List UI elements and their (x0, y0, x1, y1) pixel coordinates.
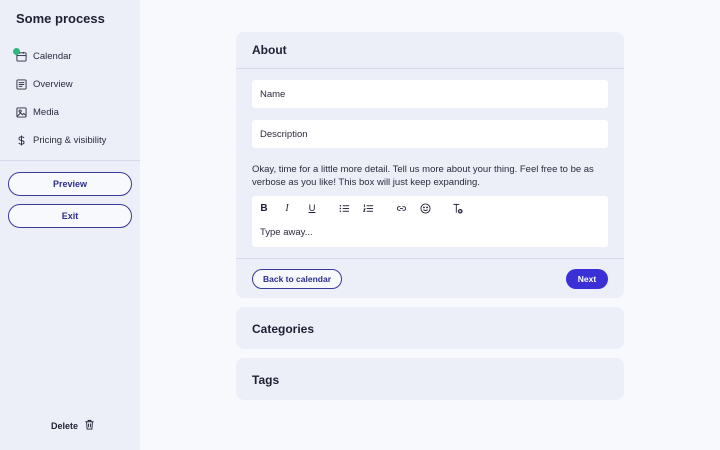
sidebar-item-calendar[interactable]: Calendar (13, 46, 72, 66)
editor-toolbar: B I U (252, 196, 608, 220)
overview-icon (16, 78, 27, 90)
section-divider (236, 258, 624, 259)
sidebar-item-pricing-visibility[interactable]: Pricing & visibility (16, 130, 106, 150)
about-title: About (252, 43, 287, 57)
section-divider (236, 68, 624, 69)
name-field[interactable]: Name (252, 80, 608, 108)
rich-text-editor[interactable]: B I U Type away... (252, 196, 608, 247)
about-section: About Name Description Okay, time for a … (236, 32, 624, 298)
preview-button[interactable]: Preview (8, 172, 132, 196)
media-icon (16, 106, 27, 118)
emoji-icon[interactable] (419, 202, 431, 214)
editor-placeholder: Type away... (260, 227, 313, 238)
underline-icon[interactable]: U (306, 202, 318, 214)
tags-title: Tags (252, 373, 280, 387)
numbered-list-icon[interactable] (362, 202, 374, 214)
sidebar: Some process Calendar Overview Media Pri… (0, 0, 140, 450)
next-button[interactable]: Next (566, 269, 608, 289)
sidebar-item-media[interactable]: Media (16, 102, 59, 122)
categories-title: Categories (252, 322, 315, 336)
dollar-icon (16, 134, 27, 146)
bullet-list-icon[interactable] (338, 202, 350, 214)
sidebar-item-label: Media (33, 106, 59, 118)
process-title: Some process (16, 11, 105, 26)
delete-label: Delete (51, 420, 79, 431)
back-to-calendar-button[interactable]: Back to calendar (252, 269, 342, 289)
categories-section[interactable]: Categories (236, 307, 624, 349)
complete-status-dot (13, 47, 20, 55)
description-field[interactable]: Description (252, 120, 608, 148)
sidebar-item-label: Calendar (33, 50, 72, 62)
sidebar-item-label: Pricing & visibility (33, 134, 107, 146)
help-text: Okay, time for a little more detail. Tel… (252, 164, 594, 188)
sidebar-divider (0, 160, 140, 161)
bold-icon[interactable]: B (258, 202, 270, 214)
tags-section[interactable]: Tags (236, 358, 624, 400)
trash-icon (84, 419, 95, 432)
italic-icon[interactable]: I (281, 202, 293, 214)
link-icon[interactable] (395, 202, 407, 214)
sidebar-item-overview[interactable]: Overview (16, 74, 73, 94)
exit-button[interactable]: Exit (8, 204, 132, 228)
sidebar-item-label: Overview (33, 78, 73, 90)
clear-format-icon[interactable] (451, 202, 463, 214)
delete-button[interactable]: Delete (51, 419, 95, 432)
calendar-icon (13, 47, 27, 62)
